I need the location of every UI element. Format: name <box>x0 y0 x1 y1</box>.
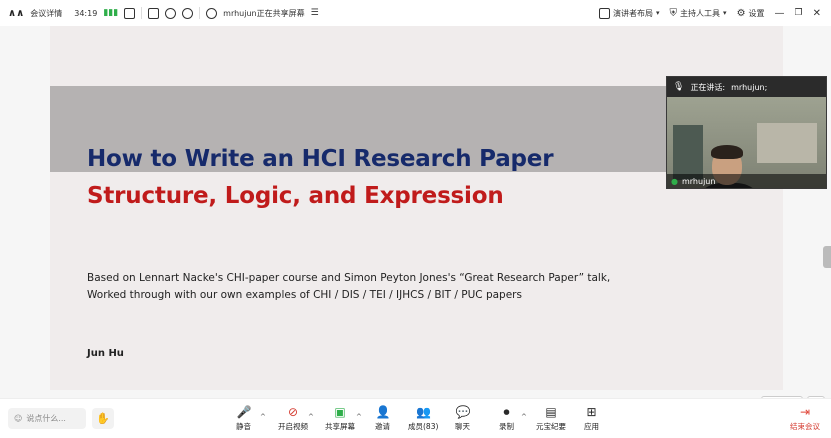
end-meeting-label: 结束会议 <box>790 422 820 431</box>
shared-screen-stage: How to Write an HCI Research Paper Struc… <box>0 26 831 414</box>
record-icon: ⏺ <box>503 405 510 419</box>
raise-hand-button[interactable]: ✋ <box>92 408 114 429</box>
chat-icon: 💬 <box>455 405 471 419</box>
camera-off-icon[interactable] <box>165 7 177 19</box>
share-label: 共享屏幕 <box>325 422 355 431</box>
ai-minutes-icon: ▤ <box>545 405 557 419</box>
speaker-video-tile[interactable]: 🎙 正在讲话: mrhujun; ● mrhujun <box>666 76 827 189</box>
mute-button[interactable]: 🎤 静音 <box>236 405 251 432</box>
meeting-info-button[interactable]: 会议详情 <box>30 8 62 19</box>
share-screen-button[interactable]: ▣ 共享屏幕 <box>325 405 355 432</box>
speaking-name: mrhujun; <box>731 82 768 92</box>
mute-label: 静音 <box>236 422 251 431</box>
top-bar: ∧∧ 会议详情 34:19 ▮▮▮ mrhujun正在共享屏幕 ☰ 演讲者布局 … <box>0 0 831 26</box>
record-label: 录制 <box>499 422 514 431</box>
sharer-avatar-icon <box>206 7 218 19</box>
camera-off-icon: ⊘ <box>287 405 299 419</box>
ai-minutes-button[interactable]: ▤ 元宝纪要 <box>536 405 566 432</box>
video-label: 开启视频 <box>278 422 308 431</box>
microphone-icon: 🎤 <box>236 405 252 419</box>
participant-name: mrhujun <box>681 176 716 186</box>
close-icon[interactable]: ✕ <box>813 8 821 19</box>
screen-lock-icon[interactable] <box>182 7 194 19</box>
quick-chat-placeholder: 说点什么... <box>26 414 66 423</box>
layout-icon <box>599 7 611 19</box>
slide-body-line-2: Worked through with our own examples of … <box>87 289 522 301</box>
audio-options-caret[interactable]: ^ <box>260 413 266 421</box>
share-screen-icon: ▣ <box>334 405 346 419</box>
host-tools-button[interactable]: ⛨ 主持人工具 ▾ <box>670 8 727 19</box>
chat-label: 聊天 <box>455 422 470 431</box>
microphone-icon: 🎙 <box>673 82 685 92</box>
chevron-down-icon: ▾ <box>656 9 660 17</box>
video-button[interactable]: ⊘ 开启视频 <box>278 405 308 432</box>
background-wall-art <box>757 123 817 163</box>
share-options-caret[interactable]: ^ <box>356 413 362 421</box>
quick-chat-input[interactable]: ☺ 说点什么... <box>8 408 86 429</box>
record-button[interactable]: ⏺ 录制 <box>499 405 514 432</box>
meeting-timer: 34:19 <box>74 8 98 18</box>
exit-icon: ⇥ <box>799 405 811 419</box>
background-bookshelf <box>673 125 703 180</box>
restore-icon[interactable]: ❐ <box>795 8 803 18</box>
host-tools-label: 主持人工具 <box>680 8 721 18</box>
hand-icon: ✋ <box>96 412 110 425</box>
layout-label: 演讲者布局 <box>613 8 654 18</box>
apps-grid-icon: ⊞ <box>586 405 597 419</box>
bottom-toolbar: ☺ 说点什么... ✋ 🎤 静音 ^ ⊘ 开启视频 ^ ▣ 共享屏幕 ^ 👤 邀… <box>0 398 831 438</box>
layout-button[interactable]: 演讲者布局 ▾ <box>599 7 660 19</box>
divider <box>199 7 201 19</box>
invite-button[interactable]: 👤 邀请 <box>375 405 390 432</box>
apps-label: 应用 <box>584 422 599 431</box>
gear-icon: ⚙ <box>736 7 746 19</box>
add-user-icon: 👤 <box>375 405 391 419</box>
apps-button[interactable]: ⊞ 应用 <box>584 405 599 432</box>
members-label: 成员(83) <box>408 422 439 431</box>
invite-label: 邀请 <box>375 422 390 431</box>
top-bar-right: 演讲者布局 ▾ ⛨ 主持人工具 ▾ ⚙ 设置 — ❐ ✕ <box>599 0 821 26</box>
video-name-bar: ● mrhujun <box>667 174 826 188</box>
slide-subtitle: Structure, Logic, and Expression <box>87 183 504 209</box>
menu-icon[interactable]: ☰ <box>311 8 319 18</box>
settings-label: 设置 <box>748 8 765 18</box>
top-bar-left: ∧∧ 会议详情 34:19 ▮▮▮ mrhujun正在共享屏幕 ☰ <box>0 7 319 19</box>
ai-minutes-label: 元宝纪要 <box>536 422 566 431</box>
slide-title: How to Write an HCI Research Paper <box>87 146 554 172</box>
emoji-icon: ☺ <box>14 414 23 423</box>
divider <box>141 7 143 19</box>
slide-author: Jun Hu <box>87 348 124 359</box>
app-logo-icon: ∧∧ <box>8 7 25 19</box>
sharing-status: mrhujun正在共享屏幕 <box>223 8 305 18</box>
side-panel-handle[interactable] <box>823 246 831 268</box>
mute-all-icon[interactable] <box>148 7 160 19</box>
external-link-icon[interactable] <box>124 7 136 19</box>
end-meeting-button[interactable]: ⇥ 结束会议 <box>790 405 820 432</box>
video-options-caret[interactable]: ^ <box>308 413 314 421</box>
speaking-indicator: 🎙 正在讲话: mrhujun; <box>667 77 826 97</box>
members-icon: 👥 <box>416 405 432 419</box>
signal-icon: ▮▮▮ <box>103 8 119 18</box>
members-button[interactable]: 👥 成员(83) <box>408 405 438 432</box>
slide-body-line-1: Based on Lennart Nacke's CHI-paper cours… <box>87 272 611 284</box>
mic-active-icon: ● <box>671 176 678 186</box>
minimize-icon[interactable]: — <box>775 8 785 19</box>
shield-icon: ⛨ <box>669 7 678 19</box>
record-options-caret[interactable]: ^ <box>521 413 527 421</box>
settings-button[interactable]: ⚙ 设置 <box>737 8 765 19</box>
chat-button[interactable]: 💬 聊天 <box>455 405 470 432</box>
speaking-label: 正在讲话: <box>690 82 726 92</box>
person-hair <box>711 145 743 159</box>
chevron-down-icon: ▾ <box>723 9 727 17</box>
